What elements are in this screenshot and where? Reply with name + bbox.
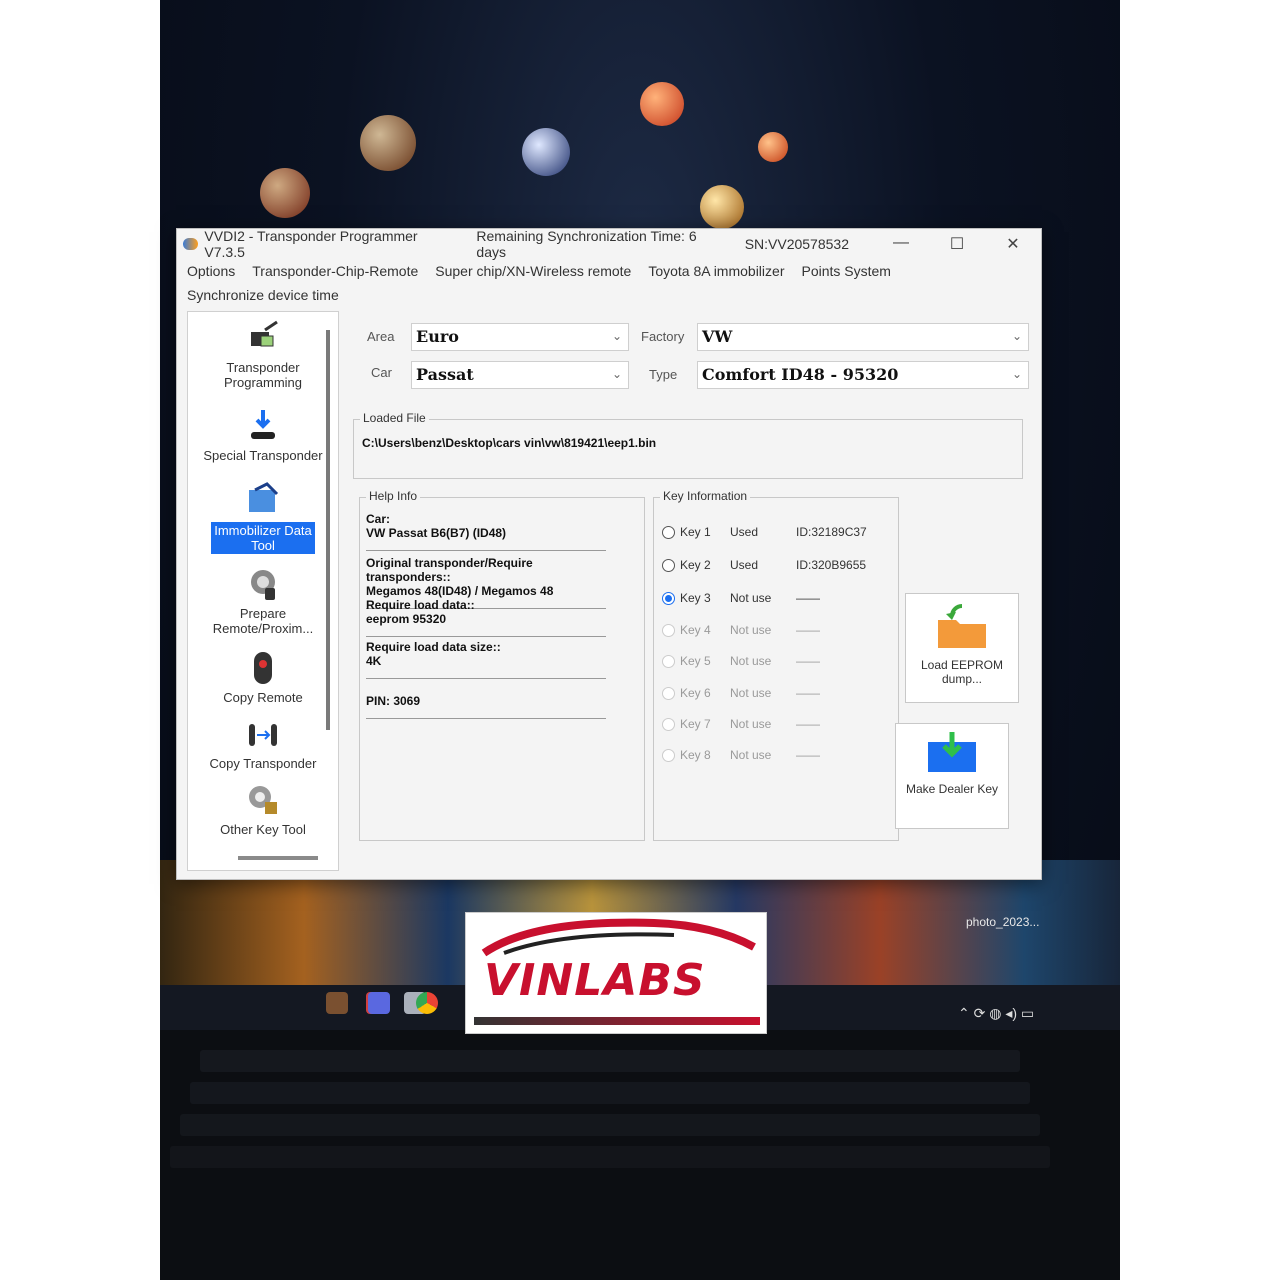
remote-prepare-icon — [251, 570, 275, 600]
menu-points-system[interactable]: Points System — [801, 259, 890, 283]
sync-time-text: Remaining Synchronization Time: 6 days — [476, 228, 697, 260]
key-row[interactable]: Key 1 Used ID:32189C37 — [662, 524, 882, 542]
desktop-file-label[interactable]: photo_2023... — [966, 915, 1039, 929]
key-row[interactable]: Key 5 Not use —— — [662, 653, 882, 671]
immobilizer-icon — [249, 482, 279, 512]
sidebar-item-prepare-remote[interactable]: Prepare Remote/Proxim... — [188, 566, 338, 636]
taskbar-widgets-icon[interactable] — [326, 992, 348, 1014]
key-radio[interactable] — [662, 655, 675, 668]
app-window: VVDI2 - Transponder Programmer V7.3.5 Re… — [176, 228, 1042, 880]
key-radio[interactable] — [662, 749, 675, 762]
key-radio[interactable] — [662, 718, 675, 731]
key-information-group: Key Information Key 1 Used ID:32189C37 K… — [653, 489, 899, 841]
key-radio[interactable] — [662, 687, 675, 700]
help-info-title: Help Info — [366, 489, 421, 503]
chevron-down-icon: ⌄ — [611, 367, 622, 381]
sidebar: Transponder Programming Special Transpon… — [187, 311, 339, 871]
key-row[interactable]: Key 4 Not use —— — [662, 622, 882, 640]
window-title: VVDI2 - Transponder Programmer V7.3.5 — [204, 228, 418, 260]
area-select[interactable]: Euro ⌄ — [411, 323, 629, 351]
tray-icons[interactable]: ⌃ ⟳ ◍ ◂) ▭ — [958, 1005, 1034, 1022]
key-information-title: Key Information — [660, 489, 751, 503]
maximize-button[interactable]: ☐ — [929, 234, 985, 254]
key-radio[interactable] — [662, 559, 675, 572]
wallpaper-orb — [260, 168, 310, 218]
sidebar-item-copy-remote[interactable]: Copy Remote — [188, 650, 338, 705]
wallpaper-orb — [522, 128, 570, 176]
sidebar-item-transponder-programming[interactable]: Transponder Programming — [188, 320, 338, 390]
make-dealer-key-button[interactable]: Make Dealer Key — [895, 723, 1009, 829]
chevron-down-icon: ⌄ — [1011, 329, 1022, 343]
taskbar-chrome-icon[interactable] — [416, 992, 438, 1014]
sidebar-item-other-key-tool[interactable]: Other Key Tool — [188, 782, 338, 837]
help-info-group: Help Info Car: VW Passat B6(B7) (ID48) O… — [359, 489, 645, 841]
key-radio[interactable] — [662, 526, 675, 539]
loaded-file-group: Loaded File C:\Users\benz\Desktop\cars v… — [353, 411, 1023, 479]
factory-select[interactable]: VW ⌄ — [697, 323, 1029, 351]
type-select[interactable]: Comfort ID48 - 95320 ⌄ — [697, 361, 1029, 389]
minimize-button[interactable]: — — [873, 234, 929, 254]
menu-options[interactable]: Options — [187, 259, 235, 283]
remote-icon — [254, 652, 272, 684]
brand-logo: VINLABS — [465, 912, 767, 1034]
sidebar-item-copy-transponder[interactable]: Copy Transponder — [188, 716, 338, 771]
serial-number: SN:VV20578532 — [744, 236, 849, 252]
transponder-programmer-icon — [251, 320, 278, 347]
wallpaper-orb — [758, 132, 788, 162]
menu-sync-device-time[interactable]: Synchronize device time — [187, 283, 339, 307]
load-eeprom-button[interactable]: Load EEPROM dump... — [905, 593, 1019, 703]
key-radio[interactable] — [662, 624, 675, 637]
main-panel: Area Euro ⌄ Factory VW ⌄ Car Passat ⌄ Ty… — [345, 311, 1035, 871]
car-label: Car — [371, 365, 392, 380]
key-row[interactable]: Key 8 Not use —— — [662, 747, 882, 765]
wallpaper-orb — [640, 82, 684, 126]
close-button[interactable]: ✕ — [985, 234, 1041, 254]
keyboard — [160, 1030, 1120, 1280]
area-label: Area — [367, 329, 395, 344]
wallpaper-orb — [360, 115, 416, 171]
help-data-size: Require load data size:: 4K — [366, 640, 606, 679]
menu-bar: Options Transponder-Chip-Remote Super ch… — [177, 259, 1041, 307]
special-transponder-icon — [251, 410, 275, 439]
taskbar-teams-icon[interactable] — [368, 992, 390, 1014]
menu-toyota-8a[interactable]: Toyota 8A immobilizer — [648, 259, 784, 283]
key-row-selected[interactable]: Key 3 Not use —— — [662, 590, 882, 608]
key-radio-selected[interactable] — [662, 592, 675, 605]
car-select[interactable]: Passat ⌄ — [411, 361, 629, 389]
wallpaper-orb — [700, 185, 744, 229]
chevron-down-icon: ⌄ — [1011, 367, 1022, 381]
help-load-data: Require load data:: eeprom 95320 — [366, 598, 606, 637]
brand-car-swoosh — [481, 918, 756, 957]
folder-load-icon — [938, 604, 986, 648]
help-car: Car: VW Passat B6(B7) (ID48) — [366, 512, 606, 551]
key-row[interactable]: Key 7 Not use —— — [662, 716, 882, 734]
menu-transponder-chip-remote[interactable]: Transponder-Chip-Remote — [252, 259, 418, 283]
help-pin: PIN: 3069 — [366, 694, 606, 719]
loaded-file-path: C:\Users\benz\Desktop\cars vin\vw\819421… — [362, 436, 657, 450]
key-row[interactable]: Key 2 Used ID:320B9655 — [662, 557, 882, 575]
chevron-down-icon: ⌄ — [611, 329, 622, 343]
sidebar-item-immobilizer-data-tool[interactable]: Immobilizer Data Tool — [188, 482, 338, 554]
sidebar-hscroll[interactable] — [238, 856, 318, 860]
brand-name: VINLABS — [484, 955, 706, 1006]
key-row[interactable]: Key 6 Not use —— — [662, 685, 882, 703]
dealer-key-icon — [928, 732, 976, 772]
menu-super-chip[interactable]: Super chip/XN-Wireless remote — [435, 259, 631, 283]
app-logo-icon — [183, 238, 199, 250]
key-tool-icon — [249, 786, 277, 814]
copy-transponder-icon — [249, 724, 277, 746]
type-label: Type — [649, 367, 678, 382]
sidebar-scrollbar[interactable] — [326, 330, 330, 730]
title-bar[interactable]: VVDI2 - Transponder Programmer V7.3.5 Re… — [177, 228, 1041, 260]
loaded-file-title: Loaded File — [360, 411, 429, 425]
factory-label: Factory — [641, 329, 685, 344]
brand-underline — [474, 1017, 760, 1025]
sidebar-item-special-transponder[interactable]: Special Transponder — [188, 408, 338, 463]
